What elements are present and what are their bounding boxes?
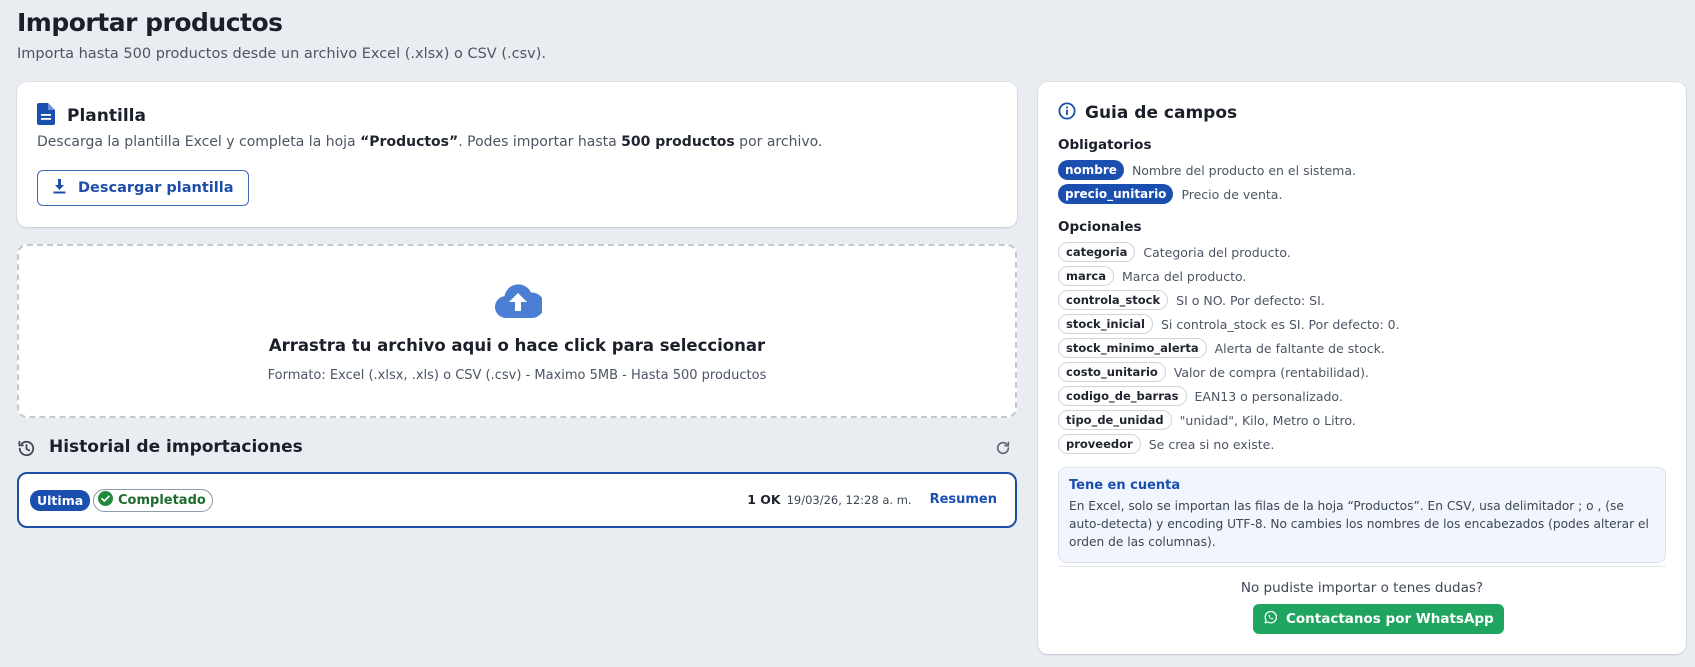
ok-count: 1 OK bbox=[747, 492, 781, 507]
optional-field-row: marca Marca del producto. bbox=[1058, 266, 1246, 286]
field-chip: controla_stock bbox=[1058, 290, 1169, 310]
optional-field-row: stock_minimo_alerta Alerta de faltante d… bbox=[1058, 338, 1385, 358]
optional-label: Opcionales bbox=[1058, 219, 1142, 235]
cloud-upload-icon bbox=[494, 284, 545, 322]
field-description: Si controla_stock es SI. Por defecto: 0. bbox=[1161, 316, 1400, 332]
optional-field-row: stock_inicial Si controla_stock es SI. P… bbox=[1058, 314, 1400, 334]
field-description: SI o NO. Por defecto: SI. bbox=[1176, 292, 1325, 308]
summary-link[interactable]: Resumen bbox=[930, 492, 997, 507]
required-field-row: nombre Nombre del producto en el sistema… bbox=[1058, 160, 1356, 180]
field-chip: nombre bbox=[1058, 160, 1124, 180]
download-template-button[interactable]: Descargar plantilla bbox=[37, 170, 250, 206]
whatsapp-icon bbox=[1263, 610, 1278, 629]
field-chip: proveedor bbox=[1058, 434, 1141, 454]
field-chip: precio_unitario bbox=[1058, 184, 1174, 204]
document-icon bbox=[37, 103, 55, 129]
refresh-icon[interactable] bbox=[995, 440, 1011, 460]
whatsapp-contact-button[interactable]: Contactanos por WhatsApp bbox=[1253, 604, 1504, 634]
field-description: Alerta de faltante de stock. bbox=[1214, 340, 1385, 356]
note-title: Tene en cuenta bbox=[1069, 478, 1181, 493]
optional-field-row: proveedor Se crea si no existe. bbox=[1058, 434, 1274, 454]
dropzone-subtitle: Formato: Excel (.xlsx, .xls) o CSV (.csv… bbox=[267, 368, 767, 383]
field-chip: costo_unitario bbox=[1058, 362, 1166, 382]
field-description: Precio de venta. bbox=[1181, 186, 1283, 202]
field-chip: stock_minimo_alerta bbox=[1058, 338, 1207, 358]
field-chip: marca bbox=[1058, 266, 1114, 286]
optional-field-row: categoria Categoria del producto. bbox=[1058, 242, 1291, 262]
check-circle-icon bbox=[98, 491, 113, 510]
note-box: Tene en cuenta En Excel, solo se importa… bbox=[1058, 467, 1666, 563]
plantilla-title: Plantilla bbox=[67, 106, 146, 126]
download-template-label: Descargar plantilla bbox=[78, 180, 234, 196]
divider bbox=[1058, 566, 1666, 567]
field-description: Categoria del producto. bbox=[1143, 244, 1291, 260]
optional-field-row: tipo_de_unidad "unidad", Kilo, Metro o L… bbox=[1058, 410, 1356, 430]
field-description: Nombre del producto en el sistema. bbox=[1131, 162, 1356, 178]
optional-field-row: costo_unitario Valor de compra (rentabil… bbox=[1058, 362, 1369, 382]
page-title: Importar productos bbox=[17, 8, 283, 37]
history-row[interactable]: Ultima Completado 1 OK 19/03/26, 12:28 a… bbox=[17, 472, 1017, 528]
required-field-row: precio_unitario Precio de venta. bbox=[1058, 184, 1282, 204]
field-chip: codigo_de_barras bbox=[1058, 386, 1187, 406]
field-description: Marca del producto. bbox=[1122, 268, 1247, 284]
optional-field-row: controla_stock SI o NO. Por defecto: SI. bbox=[1058, 290, 1325, 310]
whatsapp-contact-label: Contactanos por WhatsApp bbox=[1286, 611, 1494, 627]
field-chip: categoria bbox=[1058, 242, 1136, 262]
help-text: No pudiste importar o tenes dudas? bbox=[1240, 580, 1484, 596]
import-date: 19/03/26, 12:28 a. m. bbox=[786, 492, 912, 507]
history-title: Historial de importaciones bbox=[49, 437, 303, 457]
optional-field-row: codigo_de_barras EAN13 o personalizado. bbox=[1058, 386, 1343, 406]
info-icon bbox=[1058, 102, 1076, 124]
page-header: Importar productos Importa hasta 500 pro… bbox=[17, 6, 546, 62]
history-icon bbox=[17, 439, 36, 462]
field-description: Se crea si no existe. bbox=[1148, 436, 1275, 452]
file-dropzone[interactable]: Arrastra tu archivo aqui o hace click pa… bbox=[17, 244, 1017, 418]
history-header: Historial de importaciones bbox=[17, 437, 1017, 461]
status-label: Completado bbox=[118, 493, 206, 508]
field-chip: stock_inicial bbox=[1058, 314, 1153, 334]
latest-badge: Ultima bbox=[30, 490, 91, 511]
note-text: En Excel, solo se importan las filas de … bbox=[1069, 499, 1649, 549]
status-badge: Completado bbox=[93, 489, 213, 512]
field-description: "unidad", Kilo, Metro o Litro. bbox=[1179, 412, 1356, 428]
field-description: EAN13 o personalizado. bbox=[1194, 388, 1343, 404]
field-guide-title: Guia de campos bbox=[1085, 103, 1238, 123]
dropzone-title: Arrastra tu archivo aqui o hace click pa… bbox=[268, 336, 766, 355]
field-description: Valor de compra (rentabilidad). bbox=[1173, 364, 1369, 380]
download-icon bbox=[53, 178, 66, 198]
field-chip: tipo_de_unidad bbox=[1058, 410, 1172, 430]
field-guide-card: Guia de campos Obligatorios nombre Nombr… bbox=[1038, 82, 1686, 654]
plantilla-description: Descarga la plantilla Excel y completa l… bbox=[37, 134, 823, 150]
required-label: Obligatorios bbox=[1058, 137, 1152, 153]
plantilla-card: Plantilla Descarga la plantilla Excel y … bbox=[17, 82, 1017, 227]
page-subtitle: Importa hasta 500 productos desde un arc… bbox=[17, 46, 546, 62]
